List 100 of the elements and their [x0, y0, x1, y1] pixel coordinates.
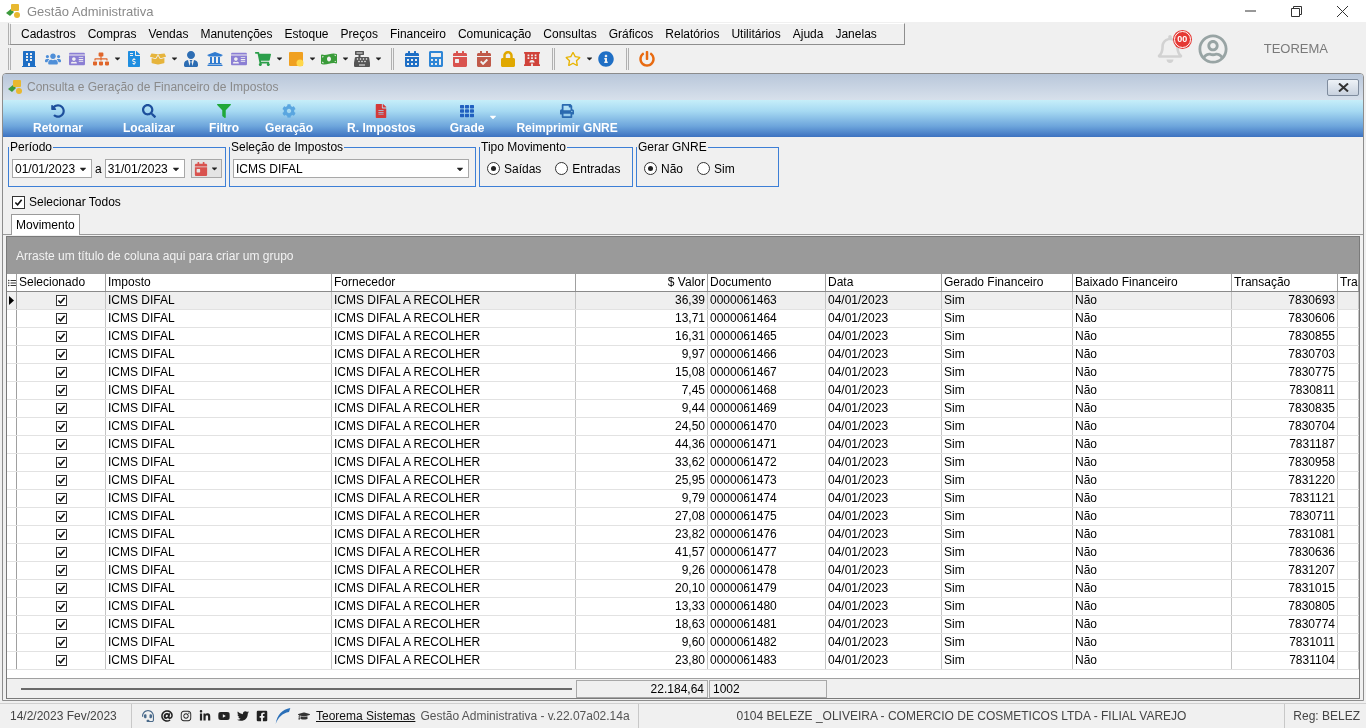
menu-item[interactable]: Manutenções [194, 27, 279, 41]
checkbox[interactable] [12, 195, 25, 209]
calculator-icon[interactable] [428, 50, 444, 67]
id-card-icon[interactable] [231, 50, 247, 67]
checkbox[interactable] [55, 421, 67, 432]
checkbox[interactable] [55, 619, 67, 630]
calendar-button[interactable] [190, 159, 222, 178]
checkbox[interactable] [55, 331, 67, 342]
checkbox[interactable] [55, 637, 67, 648]
table-row[interactable]: ICMS DIFAL ICMS DIFAL A RECOLHER 15,08 0000061467 04/01/2023 Sim Não 7830775 [7, 364, 1359, 382]
menu-item[interactable]: Cadastros [15, 27, 82, 41]
checkbox[interactable] [55, 601, 67, 612]
table-row[interactable]: ICMS DIFAL ICMS DIFAL A RECOLHER 13,33 0000061480 04/01/2023 Sim Não 7830805 [7, 598, 1359, 616]
column-header[interactable]: Baixado Financeiro [1073, 274, 1232, 291]
table-row[interactable]: ICMS DIFAL ICMS DIFAL A RECOLHER 9,60 0000061482 04/01/2023 Sim Não 7831011 [7, 634, 1359, 652]
column-header[interactable]: Documento [708, 274, 826, 291]
checkbox[interactable] [55, 349, 67, 360]
caret-icon[interactable] [308, 54, 317, 63]
cash-register-icon[interactable] [354, 50, 370, 67]
column-header[interactable]: Tra [1338, 274, 1359, 291]
graduation-cap-icon[interactable] [298, 710, 310, 722]
table-row[interactable]: ICMS DIFAL ICMS DIFAL A RECOLHER 9,79 0000061474 04/01/2023 Sim Não 7831121 [7, 490, 1359, 508]
menu-item[interactable]: Ajuda [786, 27, 830, 41]
building-icon[interactable] [524, 50, 540, 67]
column-header[interactable]: Imposto [106, 274, 332, 291]
column-header[interactable]: Fornecedor [332, 274, 576, 291]
table-row[interactable]: ICMS DIFAL ICMS DIFAL A RECOLHER 36,39 0000061463 04/01/2023 Sim Não 7830693 [7, 292, 1359, 310]
table-row[interactable]: ICMS DIFAL ICMS DIFAL A RECOLHER 44,36 0000061471 04/01/2023 Sim Não 7831187 [7, 436, 1359, 454]
date-field[interactable]: 31/01/2023 [104, 159, 185, 178]
menu-item[interactable]: Preços [334, 27, 384, 41]
checkbox[interactable] [55, 475, 67, 486]
column-header[interactable]: Transação [1232, 274, 1338, 291]
radio-button[interactable] [697, 162, 710, 175]
date-field[interactable]: 01/01/2023 [12, 159, 92, 178]
person-icon[interactable] [183, 50, 199, 67]
checkbox[interactable] [55, 547, 67, 558]
facebook-icon[interactable] [256, 710, 268, 722]
restore-icon[interactable] [1291, 5, 1302, 17]
table-row[interactable]: ICMS DIFAL ICMS DIFAL A RECOLHER 23,80 0000061483 04/01/2023 Sim Não 7831104 [7, 652, 1359, 670]
menu-item[interactable]: Relatórios [659, 27, 726, 41]
column-chooser-icon[interactable] [7, 278, 16, 287]
caret-icon[interactable] [170, 54, 179, 63]
caret-icon[interactable] [275, 54, 284, 63]
checkbox[interactable] [55, 403, 67, 414]
menu-item[interactable]: Utilitários [725, 27, 787, 41]
caret-icon[interactable] [341, 54, 350, 63]
menu-item[interactable]: Comunicação [451, 27, 538, 41]
caret-icon[interactable] [113, 54, 122, 63]
caret-icon[interactable] [374, 54, 383, 63]
info-icon[interactable] [598, 50, 614, 67]
table-row[interactable]: ICMS DIFAL ICMS DIFAL A RECOLHER 23,82 0000061476 04/01/2023 Sim Não 7831081 [7, 526, 1359, 544]
column-header[interactable]: Data [826, 274, 942, 291]
power-icon[interactable] [639, 50, 655, 67]
table-row[interactable]: ICMS DIFAL ICMS DIFAL A RECOLHER 20,10 0000061479 04/01/2023 Sim Não 7831015 [7, 580, 1359, 598]
table-row[interactable]: ICMS DIFAL ICMS DIFAL A RECOLHER 41,57 0000061477 04/01/2023 Sim Não 7830636 [7, 544, 1359, 562]
linkedin-icon[interactable] [199, 710, 211, 722]
checkbox[interactable] [55, 313, 67, 324]
tax-select[interactable]: ICMS DIFAL [233, 159, 469, 178]
building-icon[interactable] [21, 50, 37, 67]
checkbox[interactable] [55, 385, 67, 396]
caret-icon[interactable] [585, 54, 594, 63]
menu-item[interactable]: Gráficos [602, 27, 660, 41]
column-header[interactable]: Gerado Financeiro [942, 274, 1073, 291]
website-link[interactable]: Teorema Sistemas [316, 709, 416, 723]
table-row[interactable]: ICMS DIFAL ICMS DIFAL A RECOLHER 16,31 0000061465 04/01/2023 Sim Não 7830855 [7, 328, 1359, 346]
star-icon[interactable] [565, 50, 581, 67]
tile-icon[interactable] [288, 50, 304, 67]
checkbox[interactable] [55, 529, 67, 540]
table-row[interactable]: ICMS DIFAL ICMS DIFAL A RECOLHER 25,95 0000061473 04/01/2023 Sim Não 7831220 [7, 472, 1359, 490]
radio-button[interactable] [644, 162, 657, 175]
table-row[interactable]: ICMS DIFAL ICMS DIFAL A RECOLHER 13,71 0000061464 04/01/2023 Sim Não 7830606 [7, 310, 1359, 328]
table-row[interactable]: ICMS DIFAL ICMS DIFAL A RECOLHER 18,63 0000061481 04/01/2023 Sim Não 7830774 [7, 616, 1359, 634]
menu-item[interactable]: Consultas [537, 27, 603, 41]
checkbox[interactable] [55, 583, 67, 594]
menu-item[interactable]: Vendas [142, 27, 195, 41]
calendar-icon[interactable] [452, 50, 468, 67]
headset-icon[interactable] [142, 710, 154, 722]
table-row[interactable]: ICMS DIFAL ICMS DIFAL A RECOLHER 24,50 0000061470 04/01/2023 Sim Não 7830704 [7, 418, 1359, 436]
tab[interactable]: Movimento [11, 214, 80, 235]
checkbox[interactable] [55, 295, 67, 306]
checkbox[interactable] [55, 655, 67, 666]
table-row[interactable]: ICMS DIFAL ICMS DIFAL A RECOLHER 9,97 0000061466 04/01/2023 Sim Não 7830703 [7, 346, 1359, 364]
swoosh-icon[interactable] [275, 708, 291, 724]
checkbox[interactable] [55, 457, 67, 468]
menu-item[interactable]: Financeiro [383, 27, 452, 41]
radio-button[interactable] [555, 162, 569, 175]
instagram-icon[interactable] [180, 710, 192, 722]
table-row[interactable]: ICMS DIFAL ICMS DIFAL A RECOLHER 9,26 0000061478 04/01/2023 Sim Não 7831207 [7, 562, 1359, 580]
checkbox[interactable] [55, 439, 67, 450]
checkbox[interactable] [55, 511, 67, 522]
column-header[interactable]: $ Valor [576, 274, 708, 291]
checkbox[interactable] [55, 493, 67, 504]
twitter-icon[interactable] [237, 710, 249, 722]
table-row[interactable]: ICMS DIFAL ICMS DIFAL A RECOLHER 9,44 0000061469 04/01/2023 Sim Não 7830835 [7, 400, 1359, 418]
column-header[interactable]: Selecionado [17, 274, 106, 291]
close-button[interactable] [1327, 78, 1359, 96]
table-row[interactable]: ICMS DIFAL ICMS DIFAL A RECOLHER 33,62 0000061472 04/01/2023 Sim Não 7830958 [7, 454, 1359, 472]
youtube-icon[interactable] [218, 710, 230, 722]
table-row[interactable]: ICMS DIFAL ICMS DIFAL A RECOLHER 27,08 0000061475 04/01/2023 Sim Não 7830711 [7, 508, 1359, 526]
menu-item[interactable]: Janelas [829, 27, 883, 41]
